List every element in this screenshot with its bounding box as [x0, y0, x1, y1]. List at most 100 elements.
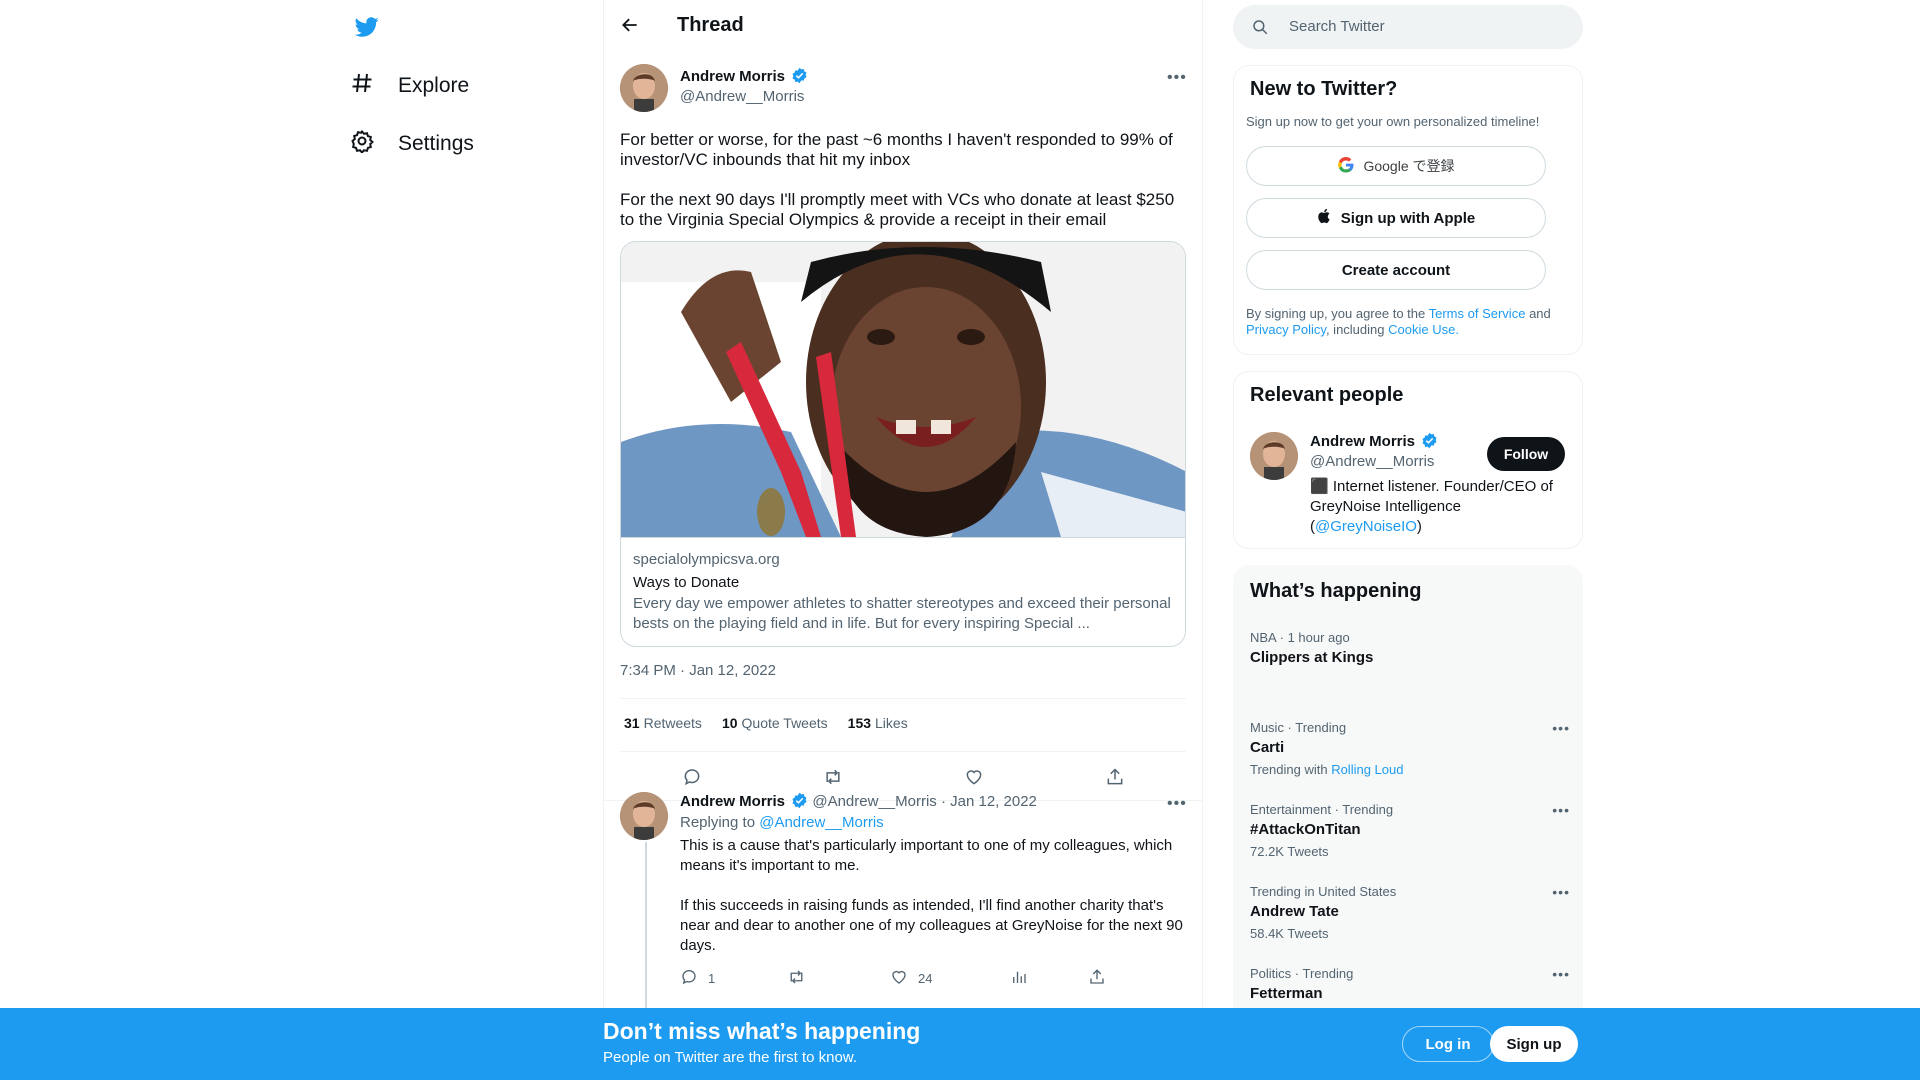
verified-badge-icon [1421, 432, 1438, 454]
more-options-icon[interactable]: ••• [1552, 884, 1570, 900]
twitter-bird-icon[interactable] [350, 10, 384, 44]
divider [620, 751, 1186, 752]
reply-count: 1 [708, 970, 716, 986]
more-options-icon[interactable]: ••• [1552, 720, 1570, 736]
signup-panel-subtitle: Sign up now to get your own personalized… [1246, 114, 1540, 129]
signup-panel-title: New to Twitter? [1250, 78, 1398, 100]
tweet-author[interactable]: Andrew Morris [680, 67, 808, 89]
thread-connector [645, 842, 647, 1012]
retweets-stat[interactable]: 31 Retweets [624, 715, 702, 731]
reply-icon[interactable] [680, 765, 704, 789]
reply-text-paragraph-2: If this succeeds in raising funds as int… [680, 897, 1183, 954]
card-title: Ways to Donate [633, 574, 740, 591]
verified-badge-icon [791, 67, 808, 89]
analytics-icon[interactable] [1010, 968, 1028, 989]
divider [620, 698, 1186, 699]
terms-text: By signing up, you agree to the Terms of… [1246, 306, 1551, 337]
reply-views-action[interactable] [1010, 968, 1028, 988]
apple-signup-button[interactable]: Sign up with Apple [1246, 198, 1546, 238]
like-icon[interactable] [962, 765, 986, 789]
greynoise-link[interactable]: @GreyNoiseIO [1315, 518, 1417, 535]
author-name[interactable]: Andrew Morris [680, 68, 785, 85]
like-count: 24 [918, 970, 933, 986]
more-options-icon[interactable]: ••• [1167, 70, 1187, 86]
tweet-timestamp[interactable]: 7:34 PM · Jan 12, 2022 [620, 662, 776, 679]
more-options-icon[interactable]: ••• [1552, 966, 1570, 982]
apple-icon [1317, 207, 1333, 229]
back-arrow-icon[interactable] [620, 15, 644, 39]
bottom-signup-bar: Don’t miss what’s happening People on Tw… [0, 1008, 1920, 1080]
retweet-icon[interactable] [821, 765, 845, 789]
author-handle[interactable]: @Andrew__Morris [680, 88, 804, 105]
reply-author-name[interactable]: Andrew Morris [680, 793, 785, 810]
relevant-people-title: Relevant people [1250, 384, 1404, 406]
search-bar[interactable]: Search Twitter [1233, 5, 1583, 49]
reply-retweet-action[interactable] [787, 968, 806, 988]
reply-share-action[interactable] [1088, 968, 1106, 988]
login-button[interactable]: Log in [1402, 1026, 1494, 1062]
page: Explore Settings Thread Andrew Morris @A… [0, 0, 1920, 1080]
retweet-icon[interactable] [787, 968, 806, 989]
gear-icon [350, 129, 375, 159]
nav-settings-label: Settings [398, 132, 474, 155]
whats-happening-title: What’s happening [1250, 580, 1422, 602]
likes-stat[interactable]: 153 Likes [848, 715, 908, 731]
create-account-button[interactable]: Create account [1246, 250, 1546, 290]
bottom-bar-subtitle: People on Twitter are the first to know. [603, 1049, 858, 1066]
nav-settings[interactable]: Settings [350, 122, 474, 166]
relevant-person-name[interactable]: Andrew Morris [1310, 433, 1415, 450]
trend-item[interactable]: NBA · 1 hour ago Clippers at Kings [1250, 630, 1570, 668]
trend-item[interactable]: Politics · Trending Fetterman ••• [1250, 966, 1570, 1004]
share-icon[interactable] [1088, 968, 1106, 989]
replying-to-link[interactable]: @Andrew__Morris [759, 814, 883, 831]
google-signup-button[interactable]: Google で登録 [1246, 146, 1546, 186]
reply-author-handle[interactable]: @Andrew__Morris [812, 793, 936, 810]
card-body: specialolympicsva.org Ways to Donate Eve… [621, 537, 1185, 646]
nav-explore[interactable]: Explore [350, 64, 469, 108]
card-image [621, 242, 1185, 537]
terms-of-service-link[interactable]: Terms of Service [1429, 306, 1526, 321]
relevant-person-bio: ⬛ Internet listener. Founder/CEO of Grey… [1310, 478, 1553, 535]
thread-header: Thread [604, 0, 1202, 53]
reply-more-options-icon[interactable]: ••• [1167, 796, 1187, 812]
reply-icon[interactable] [680, 968, 698, 989]
avatar[interactable] [620, 64, 668, 112]
relevant-person-avatar[interactable] [1250, 432, 1298, 480]
trend-item[interactable]: Music · Trending Carti Trending with Rol… [1250, 720, 1570, 778]
share-icon[interactable] [1103, 765, 1127, 789]
reply-reply-action[interactable]: 1 [680, 968, 715, 988]
cookie-use-link[interactable]: Cookie Use. [1388, 322, 1459, 337]
relevant-people-panel: Relevant people Andrew Morris @Andrew__M… [1233, 371, 1583, 549]
main-column: Thread Andrew Morris @Andrew__Morris •••… [603, 0, 1203, 1080]
google-icon [1337, 156, 1355, 177]
search-input[interactable]: Search Twitter [1289, 18, 1385, 35]
bottom-bar-title: Don’t miss what’s happening [603, 1018, 921, 1044]
reply-avatar[interactable] [620, 792, 668, 840]
right-sidebar: Search Twitter New to Twitter? Sign up n… [1233, 0, 1583, 1080]
tweet-stats: 31 Retweets 10 Quote Tweets 153 Likes [624, 715, 908, 731]
nav-explore-label: Explore [398, 74, 470, 97]
left-nav: Explore Settings [340, 0, 600, 1080]
search-icon [1251, 18, 1269, 41]
follow-button[interactable]: Follow [1487, 437, 1565, 471]
google-signup-label: Google で登録 [1363, 158, 1455, 174]
quotes-stat[interactable]: 10 Quote Tweets [722, 715, 828, 731]
card-description: Every day we empower athletes to shatter… [633, 595, 1171, 632]
relevant-person-handle[interactable]: @Andrew__Morris [1310, 453, 1434, 470]
trend-item[interactable]: Entertainment · Trending #AttackOnTitan … [1250, 802, 1570, 860]
trend-related-link[interactable]: Rolling Loud [1331, 762, 1403, 777]
reply-like-action[interactable]: 24 [890, 968, 932, 988]
more-options-icon[interactable]: ••• [1552, 802, 1570, 818]
like-icon[interactable] [890, 968, 908, 989]
privacy-policy-link[interactable]: Privacy Policy [1246, 322, 1326, 337]
signup-panel: New to Twitter? Sign up now to get your … [1233, 65, 1583, 355]
relevant-person-name-row[interactable]: Andrew Morris [1310, 432, 1438, 454]
tweet-actions [604, 765, 1202, 789]
apple-signup-label: Sign up with Apple [1340, 209, 1476, 227]
tweet-text-paragraph-1: For better or worse, for the past ~6 mon… [620, 130, 1173, 169]
reply-date[interactable]: · Jan 12, 2022 [941, 793, 1037, 810]
tweet-text-paragraph-2: For the next 90 days I'll promptly meet … [620, 190, 1175, 229]
link-card[interactable]: specialolympicsva.org Ways to Donate Eve… [620, 241, 1186, 647]
trend-item[interactable]: Trending in United States Andrew Tate 58… [1250, 884, 1570, 942]
signup-button[interactable]: Sign up [1490, 1026, 1578, 1062]
